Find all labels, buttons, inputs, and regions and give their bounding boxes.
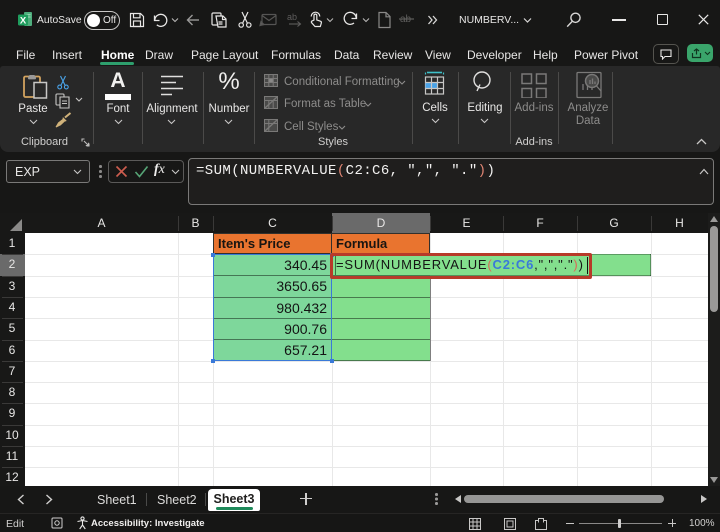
svg-text:ab: ab bbox=[287, 12, 297, 22]
svg-text:X: X bbox=[20, 16, 27, 27]
